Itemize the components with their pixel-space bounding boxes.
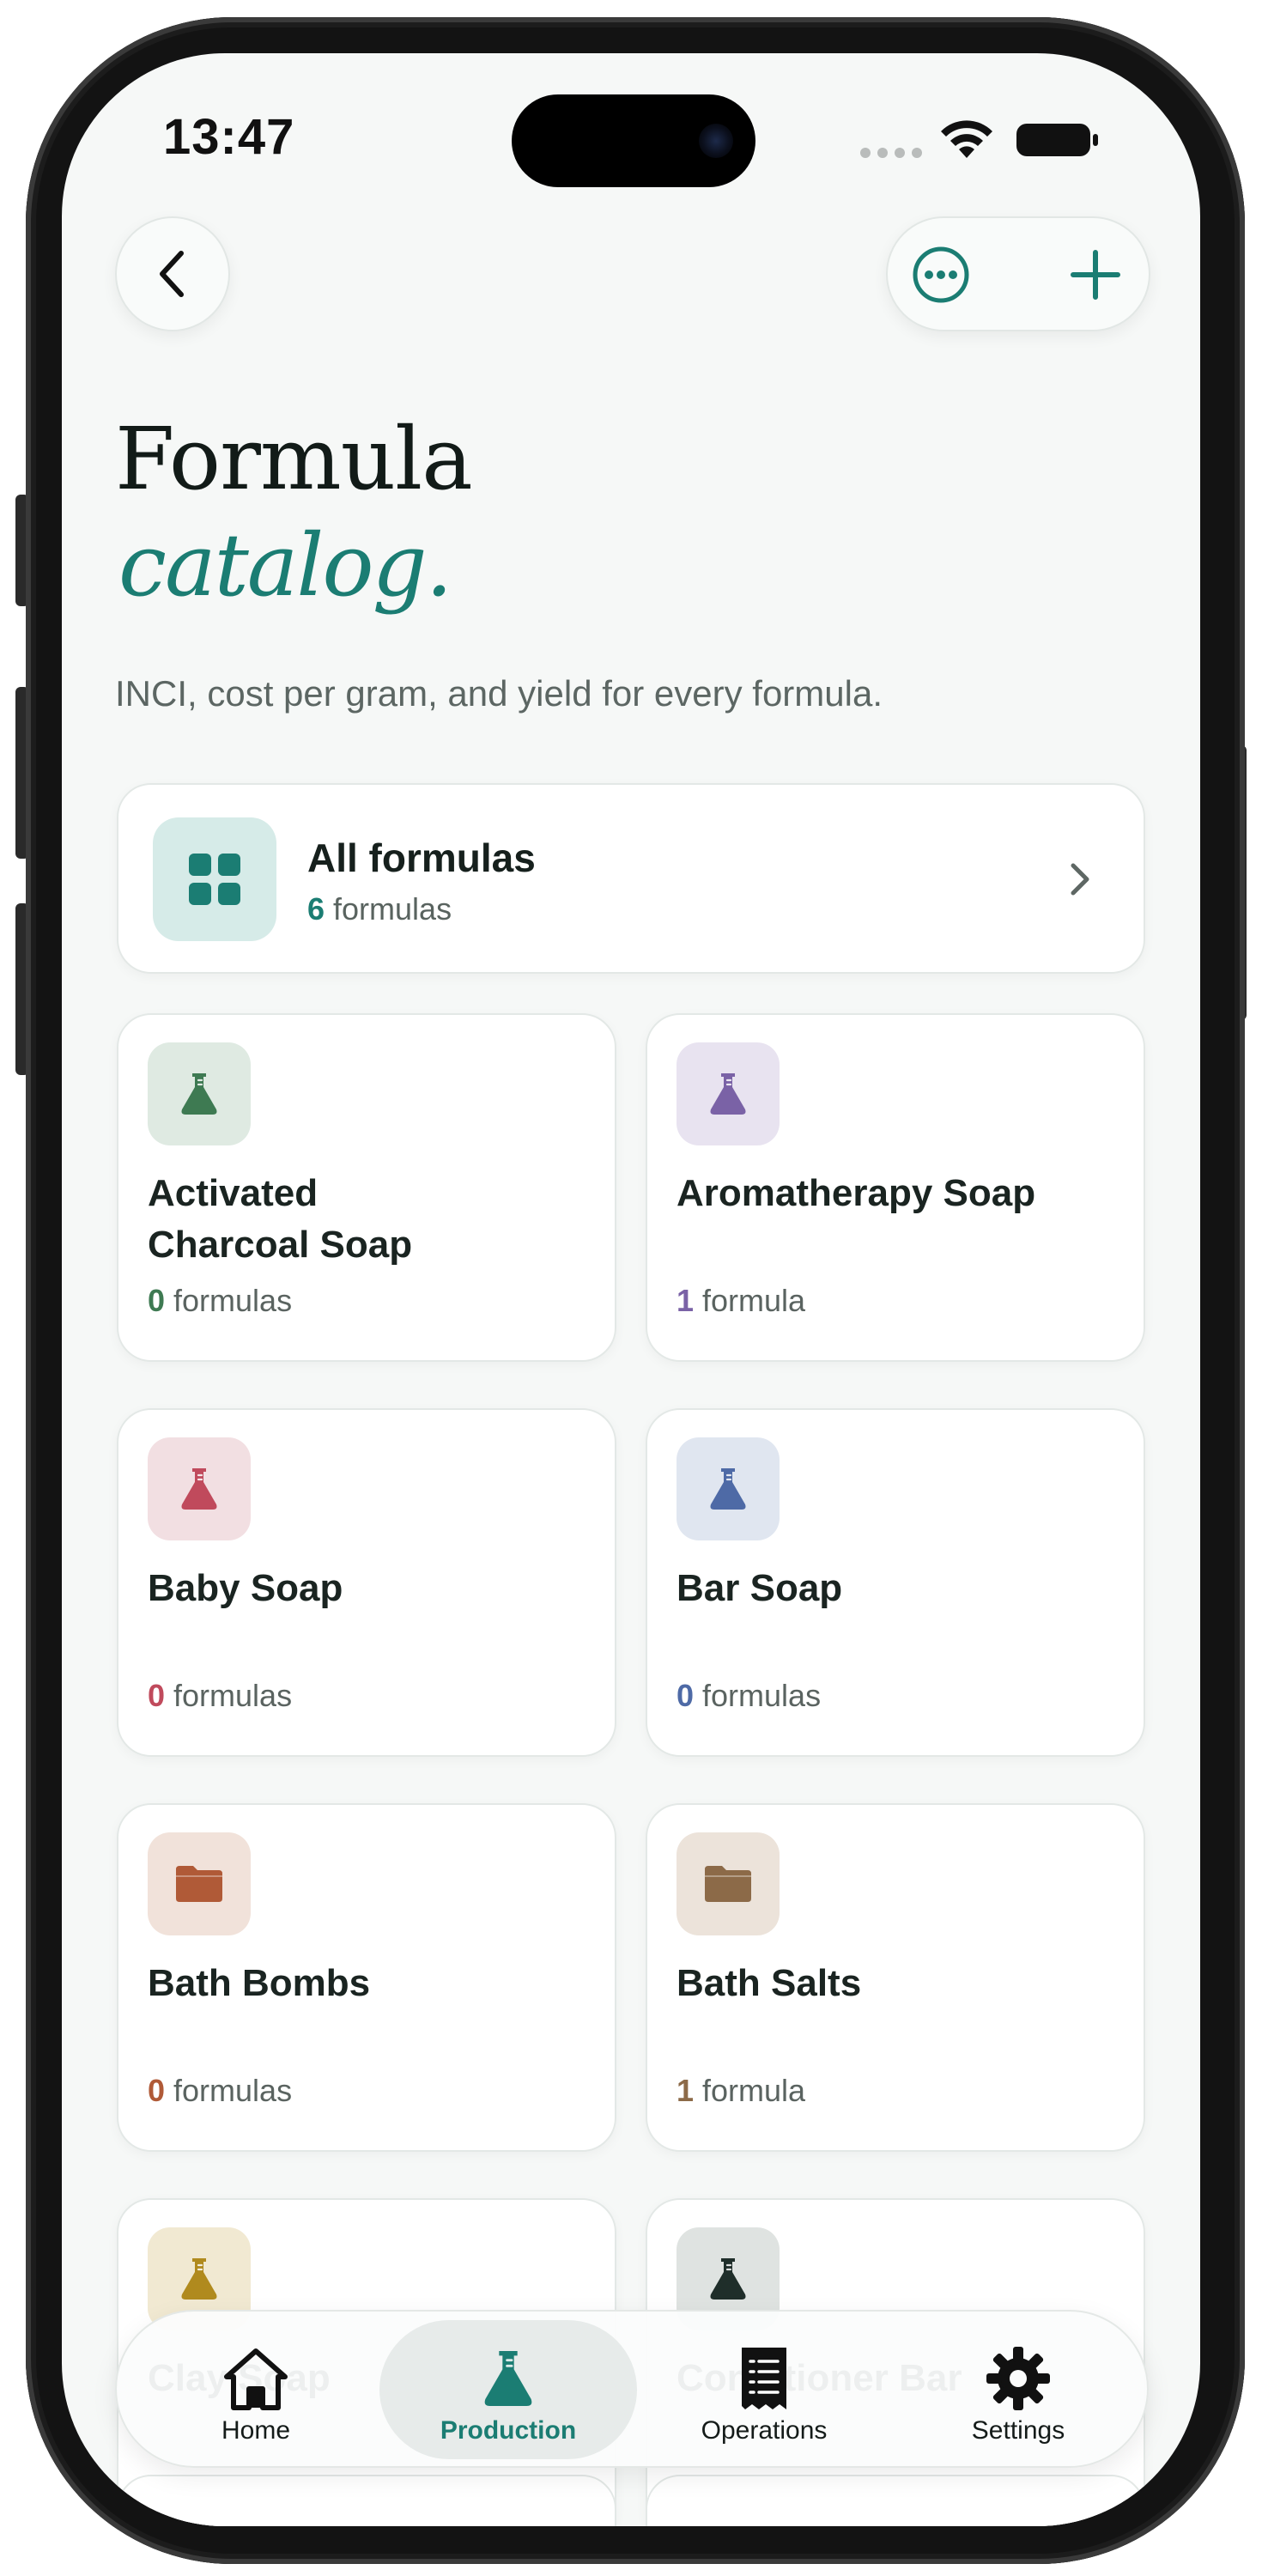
count-label: formulas <box>173 1678 293 1713</box>
category-count: 0 formulas <box>148 1678 292 1714</box>
page-title: Formula <box>115 409 473 509</box>
tab-label: Production <box>440 2416 577 2445</box>
category-card[interactable]: Aromatherapy Soap 1 formula <box>646 1013 1145 1362</box>
tab-label: Settings <box>971 2416 1065 2445</box>
count-number: 0 <box>677 1678 695 1713</box>
count-label: formulas <box>333 891 452 927</box>
category-count: 0 formulas <box>677 1678 821 1714</box>
count-label: formulas <box>702 1678 822 1713</box>
dynamic-island <box>512 94 755 187</box>
all-formulas-card[interactable]: All formulas 6 formulas <box>117 783 1145 974</box>
count-number: 6 <box>307 891 325 927</box>
category-card[interactable]: Baby Soap 0 formulas <box>117 1408 616 1757</box>
chevron-left-icon <box>160 251 184 297</box>
more-button[interactable] <box>910 244 972 306</box>
all-formulas-title: All formulas <box>307 835 536 880</box>
page-title-accent: catalog. <box>118 515 452 616</box>
count-label: formulas <box>173 1283 293 1318</box>
count-label: formulas <box>173 2073 293 2108</box>
flask-icon <box>677 1042 780 1145</box>
category-name: Bar Soap <box>677 1567 843 1609</box>
flask-icon <box>148 1437 251 1540</box>
tab-home[interactable]: Home <box>127 2320 385 2459</box>
screen: 13:47 Formula catalog. INCI, cost per gr… <box>62 53 1200 2526</box>
category-card[interactable]: Bath Salts 1 formula <box>646 1803 1145 2152</box>
tab-label: Operations <box>701 2416 828 2445</box>
count-number: 1 <box>677 1283 695 1318</box>
back-button[interactable] <box>115 216 230 331</box>
grid-icon <box>153 817 276 941</box>
ellipsis-circle-icon <box>913 246 969 303</box>
tab-settings[interactable]: Settings <box>889 2320 1147 2459</box>
folder-icon <box>148 1832 251 1935</box>
tab-production[interactable]: Production <box>379 2320 637 2459</box>
count-number: 0 <box>148 1678 166 1713</box>
flask-icon <box>148 1042 251 1145</box>
receipt-icon <box>730 2344 798 2413</box>
category-name: Bath Bombs <box>148 1962 371 2004</box>
category-name: Bath Salts <box>677 1962 862 2004</box>
add-button[interactable] <box>1065 244 1126 306</box>
category-name: Activated Charcoal Soap <box>148 1172 413 1266</box>
status-time: 13:47 <box>163 109 295 165</box>
page-subtitle: INCI, cost per gram, and yield for every… <box>115 673 883 714</box>
flask-icon <box>474 2344 543 2413</box>
all-formulas-count: 6 formulas <box>307 891 452 927</box>
category-count: 0 formulas <box>148 2073 292 2109</box>
category-name: Baby Soap <box>148 1567 343 1609</box>
count-number: 0 <box>148 1283 166 1318</box>
category-card[interactable]: Bar Soap 0 formulas <box>646 1408 1145 1757</box>
category-count: 1 formula <box>677 1283 805 1319</box>
home-icon <box>221 2344 290 2413</box>
count-label: formula <box>702 1283 806 1318</box>
category-count: 1 formula <box>677 2073 805 2109</box>
category-card-partial <box>117 2475 616 2526</box>
count-number: 1 <box>677 2073 695 2108</box>
category-card[interactable]: Bath Bombs 0 formulas <box>117 1803 616 2152</box>
folder-icon <box>677 1832 780 1935</box>
wifi-icon <box>941 120 992 158</box>
category-card-partial <box>646 2475 1145 2526</box>
tab-operations[interactable]: Operations <box>635 2320 893 2459</box>
category-name: Aromatherapy Soap <box>677 1172 1036 1214</box>
category-card[interactable]: Activated Charcoal Soap 0 formulas <box>117 1013 616 1362</box>
category-count: 0 formulas <box>148 1283 292 1319</box>
flask-icon <box>677 1437 780 1540</box>
count-number: 0 <box>148 2073 166 2108</box>
count-label: formula <box>702 2073 806 2108</box>
tab-label: Home <box>221 2416 291 2445</box>
gear-icon <box>984 2344 1053 2413</box>
tab-bar: Home Production Operations Settings <box>115 2310 1149 2468</box>
battery-icon <box>1016 124 1098 156</box>
header-actions <box>886 216 1150 331</box>
chevron-right-icon <box>1071 863 1089 896</box>
camera-icon <box>699 124 733 158</box>
signal-dots-icon <box>860 148 922 158</box>
plus-icon <box>1071 250 1120 300</box>
